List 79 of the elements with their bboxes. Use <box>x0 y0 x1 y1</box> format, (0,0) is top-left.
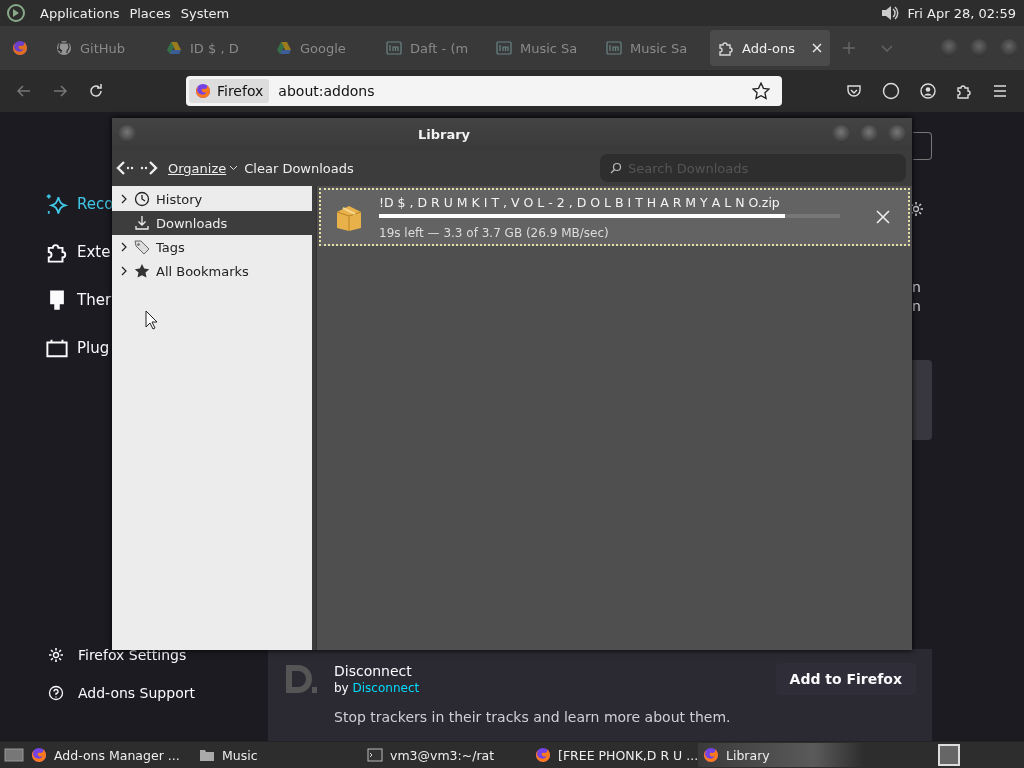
circle-icon[interactable] <box>882 82 900 100</box>
addon-description: Stop trackers in their tracks and learn more about them. <box>334 709 732 725</box>
identity-label[interactable]: Firefox <box>189 79 270 103</box>
fox-globe-icon <box>703 747 719 763</box>
close-icon[interactable] <box>876 210 890 224</box>
places-item[interactable]: Downloads <box>112 211 312 235</box>
search-field[interactable] <box>913 132 932 160</box>
byline: by <box>334 681 349 695</box>
category-item[interactable]: Plug <box>46 334 110 362</box>
sparkle-icon <box>46 193 68 215</box>
places-item[interactable]: Tags <box>112 235 312 259</box>
sidebar-link[interactable]: Firefox Settings <box>48 647 268 663</box>
search-icon <box>610 162 622 174</box>
category-item[interactable]: Exte <box>46 238 111 266</box>
triangle-icon <box>276 40 292 56</box>
tab-favicon-icon <box>386 40 402 56</box>
star-outline-icon[interactable] <box>752 82 770 100</box>
add-button[interactable]: Add to Firefox <box>775 663 916 695</box>
fox-globe-icon <box>535 747 551 763</box>
help-icon <box>48 685 64 701</box>
file-name: !D $ , D R U M K I T , V O L - 2 , D O L B I T H A R M Y A L N O.zip <box>379 194 781 210</box>
forward-icon[interactable] <box>52 83 68 99</box>
pocket-icon[interactable] <box>846 83 862 99</box>
places-item[interactable]: History <box>112 187 312 211</box>
taskbar-item[interactable]: vm3@vm3:~/rat <box>362 743 528 767</box>
clock-icon <box>134 191 150 207</box>
show-desktop-icon[interactable] <box>4 747 24 763</box>
address-bar[interactable]: Firefox about:addons <box>186 76 782 106</box>
taskbar-item[interactable]: Add-ons Manager ... <box>26 743 192 767</box>
panel-menu[interactable]: System <box>180 5 230 21</box>
puzzle-icon <box>718 40 734 56</box>
fox-globe-icon <box>31 747 47 763</box>
category-item[interactable]: Ther <box>46 286 112 314</box>
text-fragment: n <box>912 278 921 297</box>
organize-menu-button[interactable]: Organize <box>166 160 241 176</box>
tab-favicon-icon <box>496 40 512 56</box>
download-status: 19s left — 3.3 of 3.7 GB (26.9 MB/sec) <box>379 225 610 240</box>
download-item[interactable]: !D $ , D R U M K I T , V O L - 2 , D O L B I T H A R M Y A L N O.zip 19s left — 3.3 of 3.7 GB (26.9 MB/sec) <box>319 188 910 246</box>
tag-icon <box>134 239 150 255</box>
window-title: Library <box>416 126 472 142</box>
star-icon <box>134 263 150 279</box>
taskbar-item[interactable]: [FREE PHONK,D R U ... <box>530 743 696 767</box>
caret-icon <box>229 165 239 171</box>
clock[interactable]: Fri Apr 28, 02:59 <box>907 5 1016 21</box>
triangle-icon <box>166 40 182 56</box>
sidebar-link[interactable]: Add-ons Support <box>48 685 268 701</box>
close-icon[interactable] <box>812 43 822 53</box>
menu-icon[interactable] <box>992 83 1008 99</box>
folder-icon <box>199 747 215 763</box>
menu-logo-icon[interactable] <box>6 3 26 23</box>
account-icon[interactable] <box>920 83 936 99</box>
back-arrow-icon[interactable] <box>116 160 136 176</box>
places-item[interactable]: All Bookmarks <box>112 259 312 283</box>
url-text: about:addons <box>278 83 376 99</box>
settings-icon <box>48 647 64 663</box>
terminal-icon <box>367 747 383 763</box>
panel-menu[interactable]: Applications <box>40 5 120 21</box>
forward-arrow-icon[interactable] <box>138 160 158 176</box>
browser-tab[interactable]: Add-ons <box>710 30 830 66</box>
mouse-cursor-icon <box>145 310 159 330</box>
back-icon[interactable] <box>16 83 32 99</box>
panel-menu[interactable]: Places <box>129 5 171 21</box>
clear-downloads-button[interactable]: Clear Downloads <box>242 160 356 176</box>
category-item[interactable]: Reco <box>46 190 114 218</box>
cat-icon <box>56 40 72 56</box>
puzzle-icon <box>46 241 68 263</box>
download-icon <box>134 215 150 231</box>
plugin-icon <box>46 337 68 359</box>
logo-icon <box>284 663 318 695</box>
author-link[interactable]: Disconnect <box>352 681 420 695</box>
taskbar-item[interactable]: Music <box>194 743 360 767</box>
addon-name: Disconnect <box>334 663 413 679</box>
fox-globe-icon <box>195 83 211 99</box>
puzzle-icon <box>956 83 972 99</box>
fox-globe-icon <box>12 40 28 56</box>
text-fragment: n <box>912 297 921 316</box>
workspace-button[interactable] <box>938 744 960 766</box>
tab-favicon-icon <box>606 40 622 56</box>
reload-icon[interactable] <box>88 83 104 99</box>
